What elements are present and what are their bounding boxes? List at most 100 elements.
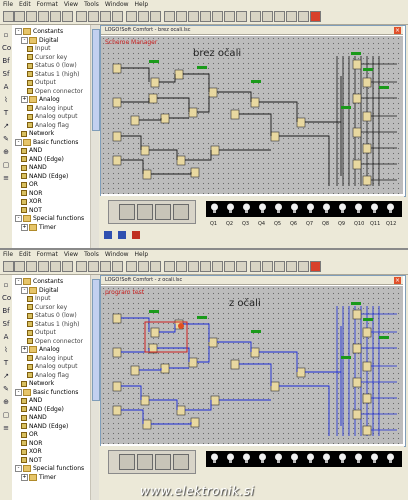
tree-item[interactable]: Network [21, 130, 54, 137]
connection-wire[interactable] [159, 324, 176, 333]
tree-item[interactable]: Status 0 (low) [27, 312, 77, 319]
transfer-icon[interactable] [212, 261, 223, 272]
tree-item[interactable]: XOR [21, 198, 42, 205]
open-icon[interactable] [14, 261, 25, 272]
select-icon[interactable] [224, 261, 235, 272]
circuit-diagram[interactable] [101, 286, 403, 444]
tree-item[interactable]: AND (Edge) [21, 156, 64, 163]
connection-wire[interactable] [149, 149, 178, 160]
constants-tool-icon[interactable]: Co [2, 44, 11, 52]
tree-item[interactable]: AND [21, 147, 42, 154]
input-switch[interactable] [155, 204, 171, 220]
function-block[interactable] [210, 395, 220, 406]
simulation-pause-icon[interactable] [118, 231, 126, 239]
connection-wire[interactable] [121, 135, 142, 150]
tree-item[interactable]: Input [27, 45, 51, 52]
function-block[interactable] [270, 381, 280, 392]
connection-wire[interactable] [217, 91, 252, 102]
output-block[interactable] [352, 377, 362, 388]
info-icon[interactable] [298, 261, 309, 272]
tree-item[interactable]: + Analog [21, 346, 60, 353]
tree-item[interactable]: NAND (Edge) [21, 423, 68, 430]
output-block[interactable] [362, 361, 372, 372]
tree-item[interactable]: Open connector [27, 338, 83, 345]
tree-item[interactable]: NAND [21, 164, 47, 171]
input-switch[interactable] [137, 204, 153, 220]
open-icon[interactable] [14, 11, 25, 22]
function-block[interactable] [130, 115, 140, 126]
connection-wire[interactable] [259, 351, 298, 372]
tree-item[interactable]: Status 1 (high) [27, 321, 80, 328]
zoom-in-icon[interactable] [250, 261, 261, 272]
connection-wire[interactable] [151, 422, 192, 425]
tree-item[interactable]: + Timer [21, 223, 56, 231]
expand-icon[interactable]: + [21, 223, 28, 231]
select-icon[interactable] [224, 11, 235, 22]
save-icon[interactable] [26, 261, 37, 272]
tree-item[interactable]: - Digital [21, 36, 58, 44]
circuit-canvas[interactable]: Scheme Manager brez očali [101, 36, 403, 194]
function-block[interactable] [250, 97, 260, 108]
scroll-thumb[interactable] [92, 29, 100, 131]
output-block[interactable] [362, 143, 372, 154]
output-block[interactable] [362, 111, 372, 122]
redo-icon[interactable] [112, 261, 123, 272]
tree-item[interactable]: Cursor key [27, 54, 67, 61]
connect-tool-icon[interactable]: ⌇ [2, 96, 10, 104]
connection-wire[interactable] [121, 409, 144, 424]
special-functions-tool-icon[interactable]: Sf [2, 320, 10, 328]
tree-item[interactable]: Analog input [27, 355, 73, 362]
function-block[interactable] [190, 167, 200, 178]
tree-item[interactable]: - Constants [15, 278, 63, 285]
basic-functions-tool-icon[interactable]: Bf [2, 57, 10, 65]
tree-scrollbar[interactable] [90, 25, 100, 250]
function-block[interactable] [148, 93, 158, 104]
connection-wire[interactable] [185, 150, 212, 161]
split-tool-icon[interactable]: ⊕ [2, 148, 10, 156]
function-block[interactable] [176, 405, 186, 416]
connection-wire[interactable] [197, 346, 210, 363]
basic-functions-tool-icon[interactable]: Bf [2, 307, 10, 315]
input-switch[interactable] [119, 204, 135, 220]
text-field-tool-icon[interactable]: T [2, 359, 10, 367]
zoom-out-icon[interactable] [262, 11, 273, 22]
special-functions-tool-icon[interactable]: Sf [2, 70, 10, 78]
align-left-icon[interactable] [126, 11, 137, 22]
circuit-diagram[interactable] [101, 36, 403, 194]
text-field-tool-icon[interactable]: T [2, 109, 10, 117]
align-top-icon[interactable] [164, 11, 175, 22]
output-block[interactable] [352, 309, 362, 320]
connection-wire[interactable] [121, 159, 144, 174]
function-block[interactable] [296, 117, 306, 128]
input-switches[interactable] [108, 450, 196, 474]
connection-wire[interactable] [239, 363, 272, 386]
connection-wire[interactable] [159, 74, 176, 83]
cut-icon[interactable] [50, 261, 61, 272]
function-block[interactable] [130, 365, 140, 376]
new-icon[interactable] [3, 11, 14, 22]
expand-icon[interactable]: - [15, 28, 22, 35]
save-icon[interactable] [26, 11, 37, 22]
input-switch[interactable] [173, 454, 189, 470]
function-block[interactable] [190, 417, 200, 428]
input-switch[interactable] [155, 454, 171, 470]
output-block[interactable] [362, 393, 372, 404]
function-block[interactable] [270, 131, 280, 142]
function-block[interactable] [112, 131, 122, 142]
close-icon[interactable]: × [394, 277, 401, 284]
tree-item[interactable]: + Analog [21, 96, 60, 103]
expand-icon[interactable]: - [15, 465, 22, 472]
copy-icon[interactable] [62, 11, 73, 22]
tree-item[interactable]: Output [27, 79, 56, 86]
connection-wire[interactable] [185, 400, 212, 411]
function-block[interactable] [142, 169, 152, 180]
zoom-fit-icon[interactable] [274, 11, 285, 22]
tree-item[interactable]: Output [27, 329, 56, 336]
output-block[interactable] [362, 425, 372, 436]
align-center-icon[interactable] [138, 261, 149, 272]
simulation-play-icon[interactable] [104, 231, 112, 239]
function-block[interactable] [112, 97, 122, 108]
align-bottom-icon[interactable] [188, 261, 199, 272]
connection-wire[interactable] [121, 385, 142, 400]
connection-wire[interactable] [139, 368, 162, 371]
